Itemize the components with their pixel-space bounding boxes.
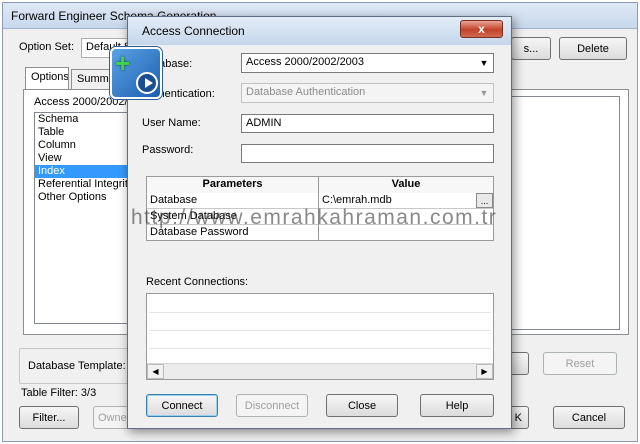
database-template-group: Database Template: (19, 348, 129, 384)
authentication-select-value: Database Authentication (246, 86, 366, 98)
list-divider (149, 330, 491, 331)
reset-button[interactable]: Reset (543, 352, 617, 375)
list-divider (149, 348, 491, 349)
scroll-left-icon[interactable]: ◀ (147, 364, 164, 379)
help-button[interactable]: Help (420, 394, 494, 417)
password-label: Password: (142, 144, 194, 156)
tree-item-other-options[interactable]: Other Options (35, 191, 129, 204)
tree-item-referential-integrity[interactable]: Referential Integrity (35, 178, 129, 191)
recent-connections-label: Recent Connections: (146, 276, 249, 288)
scroll-right-icon[interactable]: ▶ (476, 364, 493, 379)
close-icon[interactable]: x (460, 20, 503, 38)
cancel-button[interactable]: Cancel (553, 406, 625, 429)
table-row[interactable]: Database C:\emrah.mdb ... (147, 193, 493, 209)
column-header-value: Value (319, 177, 493, 193)
tab-options[interactable]: Options (25, 67, 69, 90)
param-value[interactable]: C:\emrah.mdb ... (319, 193, 493, 209)
chevron-down-icon[interactable]: ▼ (476, 85, 492, 101)
recent-connections-list[interactable]: ◀ ▶ (146, 293, 494, 380)
filter-button[interactable]: Filter... (19, 406, 79, 429)
tree-item-index[interactable]: Index (35, 165, 129, 178)
close-button[interactable]: Close (326, 394, 398, 417)
param-value[interactable] (319, 209, 493, 225)
connect-button[interactable]: Connect (146, 394, 218, 417)
database-template-label: Database Template: (28, 360, 126, 372)
tree-item-view[interactable]: View (35, 152, 129, 165)
table-header-row: Parameters Value (147, 177, 493, 193)
param-value[interactable] (319, 225, 493, 241)
authentication-select[interactable]: Database Authentication ▼ (241, 83, 494, 103)
dialog-title: Access Connection (142, 24, 245, 38)
param-name: Database Password (147, 225, 319, 241)
tree-item-column[interactable]: Column (35, 139, 129, 152)
add-connection-icon: + (110, 47, 162, 99)
table-row[interactable]: System Database (147, 209, 493, 225)
access-connection-dialog: Access Connection x Database: Access 200… (127, 16, 512, 429)
database-select[interactable]: Access 2000/2002/2003 ▼ (241, 53, 494, 73)
option-tree: Schema Table Column View Index Referenti… (34, 112, 130, 324)
chevron-down-icon[interactable]: ▼ (476, 55, 492, 71)
tree-item-table[interactable]: Table (35, 126, 129, 139)
disconnect-button[interactable]: Disconnect (236, 394, 308, 417)
tree-item-schema[interactable]: Schema (35, 113, 129, 126)
table-row[interactable]: Database Password (147, 225, 493, 241)
horizontal-scrollbar[interactable]: ◀ ▶ (147, 363, 493, 379)
dialog-titlebar: Access Connection x (128, 17, 511, 45)
database-select-value: Access 2000/2002/2003 (246, 56, 365, 68)
list-divider (149, 312, 491, 313)
browse-button[interactable]: ... (476, 193, 493, 208)
delete-button[interactable]: Delete (559, 37, 627, 60)
column-header-parameters: Parameters (147, 177, 319, 193)
username-field[interactable]: ADMIN (241, 114, 494, 133)
option-set-label: Option Set: (19, 41, 75, 53)
param-name: System Database (147, 209, 319, 225)
save-as-button[interactable]: s... (511, 37, 551, 60)
play-icon (136, 72, 158, 94)
param-value-text: C:\emrah.mdb (322, 194, 392, 206)
parameters-table: Parameters Value Database C:\emrah.mdb .… (146, 176, 494, 241)
password-field[interactable] (241, 144, 494, 163)
username-label: User Name: (142, 117, 201, 129)
plus-icon: + (115, 48, 131, 78)
owner-button[interactable]: Owner (93, 406, 129, 429)
param-name: Database (147, 193, 319, 209)
table-filter-status: Table Filter: 3/3 (21, 387, 97, 399)
